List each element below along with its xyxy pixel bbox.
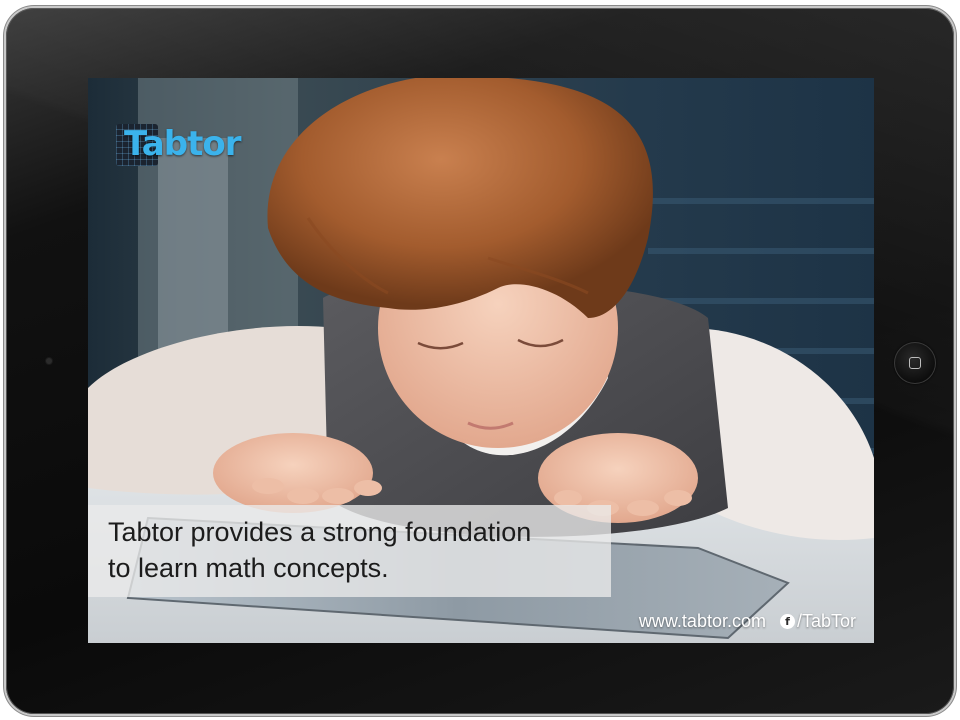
- website-link[interactable]: www.tabtor.com: [639, 611, 766, 632]
- caption-box: Tabtor provides a strong foundation to l…: [88, 505, 611, 597]
- footer-links: www.tabtor.com f /TabTor: [639, 609, 856, 633]
- caption-line-2: to learn math concepts.: [108, 553, 389, 583]
- home-button-icon: [909, 357, 921, 369]
- logo-text: Tabtor: [124, 124, 241, 164]
- ad-screen: Tabtor Tabtor provides a strong foundati…: [88, 78, 874, 643]
- front-camera: [46, 358, 52, 364]
- caption-line-1: Tabtor provides a strong foundation: [108, 517, 532, 547]
- home-button[interactable]: [894, 342, 936, 384]
- tabtor-logo: Tabtor: [116, 114, 241, 174]
- facebook-link[interactable]: f /TabTor: [779, 610, 856, 632]
- facebook-handle: /TabTor: [796, 610, 856, 631]
- facebook-icon: f: [779, 613, 795, 629]
